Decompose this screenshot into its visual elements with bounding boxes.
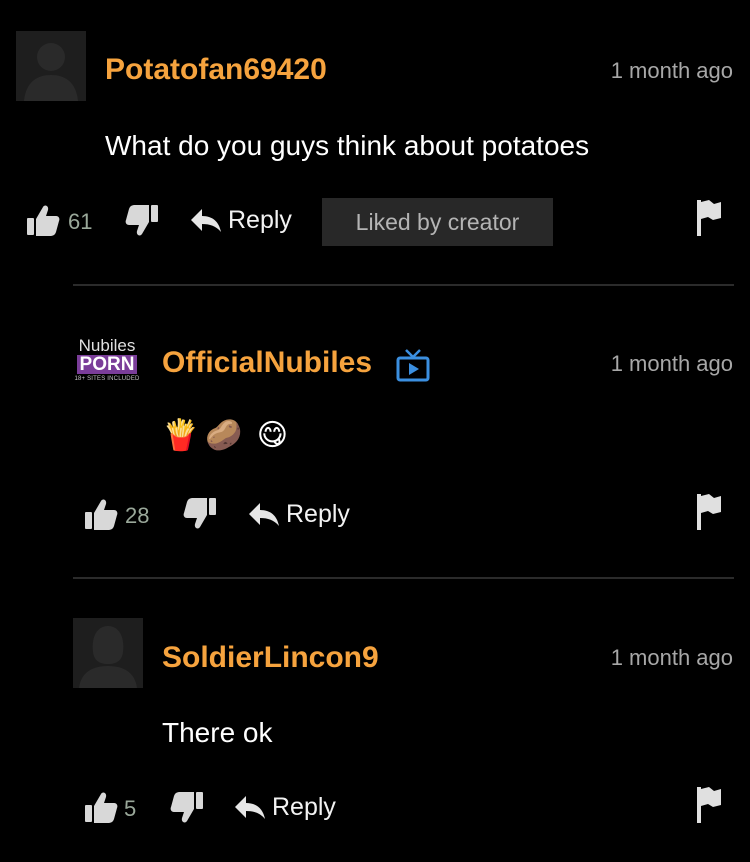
username[interactable]: Potatofan69420 bbox=[105, 53, 327, 87]
thumbs-up-icon[interactable] bbox=[84, 790, 118, 824]
flag-icon[interactable] bbox=[696, 199, 722, 237]
divider bbox=[73, 577, 734, 579]
flag-icon[interactable] bbox=[696, 493, 722, 531]
thumbs-up-icon[interactable] bbox=[26, 203, 60, 237]
avatar[interactable] bbox=[16, 31, 86, 101]
reply-arrow-icon bbox=[191, 208, 221, 232]
default-avatar-icon bbox=[73, 618, 143, 688]
emoji-row: 🍟 🥔 😋 bbox=[162, 418, 288, 453]
thumbs-up-icon[interactable] bbox=[84, 497, 118, 531]
channel-logo[interactable]: Nubiles PORN 18+ SITES INCLUDED bbox=[72, 337, 142, 382]
like-count: 5 bbox=[124, 796, 137, 821]
reply-label: Reply bbox=[272, 793, 336, 821]
reply-label: Reply bbox=[286, 500, 350, 528]
reply-button[interactable]: Reply bbox=[234, 793, 336, 822]
like-count: 28 bbox=[125, 503, 150, 528]
reply-button[interactable]: Reply bbox=[190, 206, 292, 235]
avatar[interactable] bbox=[73, 618, 143, 688]
reply-arrow-icon bbox=[249, 502, 279, 526]
reply-arrow-icon bbox=[235, 795, 265, 819]
timestamp: 1 month ago bbox=[610, 645, 733, 670]
default-avatar-icon bbox=[16, 31, 86, 101]
reply-label: Reply bbox=[228, 206, 292, 234]
timestamp: 1 month ago bbox=[610, 351, 733, 376]
logo-middle-text: PORN bbox=[76, 355, 138, 374]
timestamp: 1 month ago bbox=[610, 58, 733, 83]
like-count: 61 bbox=[68, 209, 93, 234]
username[interactable]: SoldierLincon9 bbox=[162, 641, 379, 675]
reply-button[interactable]: Reply bbox=[248, 500, 350, 529]
logo-top-text: Nubiles bbox=[78, 336, 136, 355]
divider bbox=[73, 284, 734, 286]
yum-face-emoji: 😋 bbox=[256, 419, 288, 452]
thumbs-down-icon[interactable] bbox=[170, 791, 204, 825]
flag-icon[interactable] bbox=[696, 786, 722, 824]
comment-text: There ok bbox=[162, 717, 273, 748]
comment-text: What do you guys think about potatoes bbox=[105, 130, 590, 161]
fries-emoji: 🍟 bbox=[162, 419, 200, 452]
liked-by-creator-badge: Liked by creator bbox=[322, 198, 553, 246]
logo-bottom-text: 18+ SITES INCLUDED bbox=[74, 376, 140, 382]
username[interactable]: OfficialNubiles bbox=[162, 346, 372, 380]
potato-emoji: 🥔 bbox=[205, 419, 243, 452]
thumbs-down-icon[interactable] bbox=[183, 497, 217, 531]
thumbs-down-icon[interactable] bbox=[125, 204, 159, 238]
verified-channel-icon bbox=[396, 348, 430, 382]
